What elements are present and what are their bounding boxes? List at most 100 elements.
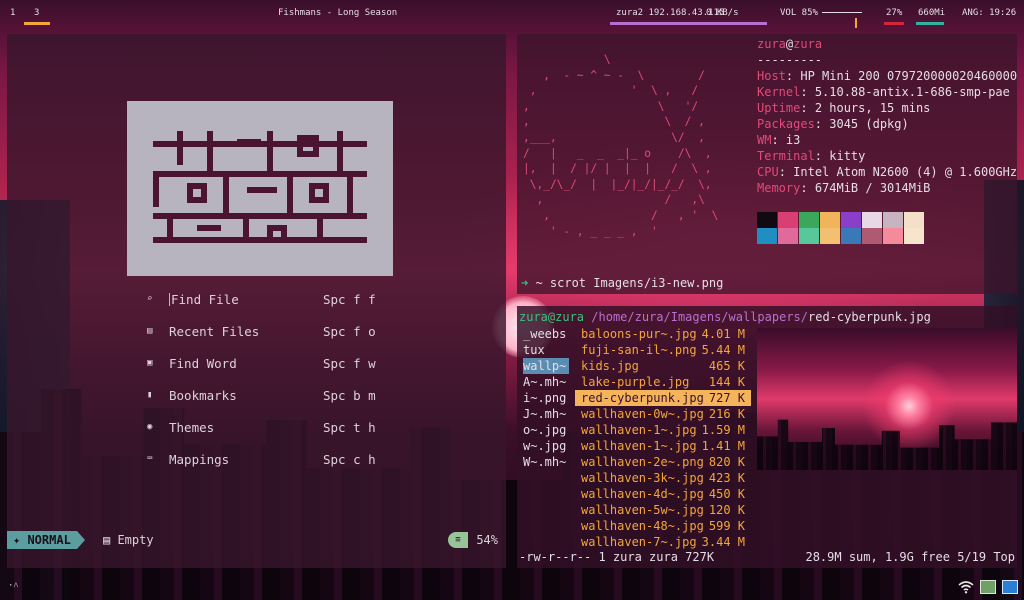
workspace-1[interactable]: 1 bbox=[10, 8, 15, 18]
neovim-window[interactable]: ⌕ Find File Spc f f ▤ Recent Files Spc f… bbox=[7, 34, 506, 568]
info-packages: Packages: 3045 (dpkg) bbox=[757, 117, 909, 131]
file-icon: ▤ bbox=[147, 326, 153, 336]
file-entry[interactable]: wallhaven-1~.jpg 1.41 M bbox=[575, 438, 751, 454]
volume-knob[interactable] bbox=[855, 18, 857, 28]
menu-label: Mappings bbox=[169, 452, 230, 467]
file-entry[interactable]: wallhaven-4d~.jpg 450 K bbox=[575, 486, 751, 502]
parent-entry[interactable]: A~.mh~ bbox=[523, 374, 569, 390]
nvim-statusline: ✦ NORMAL ▤ Empty ≡ 54% bbox=[7, 531, 506, 549]
file-size: 216 K bbox=[708, 407, 745, 421]
kufic-calligraphy-logo bbox=[147, 131, 373, 243]
network-manager-tray-icon[interactable] bbox=[1002, 580, 1018, 594]
wifi-icon[interactable] bbox=[958, 580, 974, 594]
ranger-file-manager[interactable]: zura@zura /home/zura/Imagens/wallpapers/… bbox=[517, 306, 1017, 568]
file-size: 450 K bbox=[708, 487, 745, 501]
ranger-current-file: red-cyberpunk.jpg bbox=[808, 310, 931, 324]
parent-entry[interactable]: tux bbox=[523, 342, 569, 358]
file-entry[interactable]: lake-purple.jpg 144 K bbox=[575, 374, 751, 390]
parent-entry[interactable]: wallp~ bbox=[523, 358, 569, 374]
file-size: 3.44 M bbox=[701, 535, 745, 549]
file-list-column[interactable]: baloons-pur~.jpg 4.01 M fuji-san-il~.png 5.… bbox=[575, 326, 751, 550]
parent-entry[interactable]: o~.jpg bbox=[523, 422, 569, 438]
info-wm: WM: i3 bbox=[757, 133, 801, 147]
prompt-arrow-icon: ➜ bbox=[521, 276, 536, 290]
color-swatch bbox=[820, 228, 840, 244]
file-entry[interactable]: wallhaven-7~.jpg 3.44 M bbox=[575, 534, 751, 550]
file-size: 4.01 M bbox=[701, 327, 745, 341]
file-entry[interactable]: wallhaven-2e~.png 820 K bbox=[575, 454, 751, 470]
scroll-icon: ≡ bbox=[448, 532, 468, 548]
parent-entry[interactable]: i~.png bbox=[523, 390, 569, 406]
color-swatch bbox=[883, 228, 903, 244]
file-name: wallhaven-1~.jpg bbox=[581, 423, 697, 437]
file-entry[interactable]: wallhaven-5w~.jpg 120 K bbox=[575, 502, 751, 518]
mode-indicator: ✦ NORMAL bbox=[7, 531, 77, 549]
color-swatch bbox=[778, 212, 798, 228]
menu-label: Bookmarks bbox=[169, 388, 237, 403]
file-size: 599 K bbox=[708, 519, 745, 533]
vim-icon: ✦ bbox=[13, 533, 28, 547]
ranger-user: zura@zura bbox=[519, 310, 585, 324]
file-entry[interactable]: wallhaven-48~.jpg 599 K bbox=[575, 518, 751, 534]
file-name: lake-purple.jpg bbox=[581, 375, 690, 389]
parent-entry[interactable]: w~.jpg bbox=[523, 438, 569, 454]
menu-shortcut: Spc f o bbox=[323, 324, 376, 339]
file-name: wallhaven-7~.jpg bbox=[581, 535, 697, 549]
palette-icon: ◉ bbox=[147, 422, 153, 432]
color-swatch bbox=[778, 228, 798, 244]
file-size: 5.44 M bbox=[701, 343, 745, 357]
info-kernel: Kernel: 5.10.88-antix.1-686-smp-pae bbox=[757, 85, 1010, 99]
bookmark-icon: ▮ bbox=[147, 390, 153, 400]
image-viewer-tray-icon[interactable] bbox=[980, 580, 996, 594]
file-entry[interactable]: fuji-san-il~.png 5.44 M bbox=[575, 342, 751, 358]
file-entry[interactable]: red-cyberpunk.jpg 727 K bbox=[575, 390, 751, 406]
search-icon: ⌕ bbox=[147, 294, 153, 304]
volume-label: VOL 85% bbox=[780, 8, 818, 18]
color-swatch bbox=[799, 228, 819, 244]
text-cursor bbox=[169, 293, 170, 306]
host-name: zura bbox=[793, 37, 823, 51]
file-entry[interactable]: wallhaven-1~.jpg 1.59 M bbox=[575, 422, 751, 438]
file-name: fuji-san-il~.png bbox=[581, 343, 697, 357]
file-name: wallhaven-0w~.jpg bbox=[581, 407, 704, 421]
file-name: baloons-pur~.jpg bbox=[581, 327, 697, 341]
file-name: red-cyberpunk.jpg bbox=[581, 391, 704, 405]
shell-prompt[interactable]: ➜ ~ scrot Imagens/i3-new.png bbox=[521, 276, 723, 290]
ranger-path-header: zura@zura /home/zura/Imagens/wallpapers/… bbox=[519, 310, 931, 324]
neofetch-terminal[interactable]: \ , - ~ ^ ~ - \ / , ' \ , / , \ '/ , \ /… bbox=[517, 34, 1017, 294]
launcher-icon[interactable]: ·˄ bbox=[8, 580, 19, 591]
file-entry[interactable]: wallhaven-3k~.jpg 423 K bbox=[575, 470, 751, 486]
distro-ascii-logo: \ , - ~ ^ ~ - \ / , ' \ , / , \ '/ , \ /… bbox=[523, 53, 719, 238]
file-size: 144 K bbox=[708, 375, 745, 389]
image-preview bbox=[757, 328, 1017, 470]
menu-label: Find Word bbox=[169, 356, 237, 371]
file-name: wallhaven-3k~.jpg bbox=[581, 471, 704, 485]
volume-slider[interactable] bbox=[822, 12, 862, 28]
parent-entry[interactable]: J~.mh~ bbox=[523, 406, 569, 422]
clock: ANG: 19:26 bbox=[962, 8, 1017, 18]
file-size: 465 K bbox=[708, 359, 745, 373]
now-playing: Fishmans - Long Season bbox=[278, 8, 398, 18]
file-name: wallhaven-5w~.jpg bbox=[581, 503, 704, 517]
color-swatch bbox=[757, 212, 777, 228]
info-terminal: Terminal: kitty bbox=[757, 149, 866, 163]
menu-label: Recent Files bbox=[169, 324, 260, 339]
color-swatch bbox=[862, 228, 882, 244]
file-entry[interactable]: baloons-pur~.jpg 4.01 M bbox=[575, 326, 751, 342]
file-name: kids.jpg bbox=[581, 359, 639, 373]
file-name: wallhaven-1~.jpg bbox=[581, 439, 697, 453]
dashboard-logo bbox=[127, 101, 393, 276]
file-size: 727 K bbox=[708, 391, 745, 405]
parent-entry[interactable]: _weebs bbox=[523, 326, 569, 342]
network-underline bbox=[610, 22, 767, 25]
menu-shortcut: Spc f w bbox=[323, 356, 376, 371]
file-size: 120 K bbox=[708, 503, 745, 517]
info-uptime: Uptime: 2 hours, 15 mins bbox=[757, 101, 931, 115]
info-cpu: CPU: Intel Atom N2600 (4) @ 1.600GHz bbox=[757, 165, 1018, 179]
parent-directory-column[interactable]: _weebs tux wallp~ A~.mh~ i~.png J~.mh~ o~.jpg w… bbox=[523, 326, 569, 470]
file-size: 1.41 M bbox=[701, 439, 745, 453]
file-entry[interactable]: kids.jpg 465 K bbox=[575, 358, 751, 374]
parent-entry[interactable]: W~.mh~ bbox=[523, 454, 569, 470]
workspace-3[interactable]: 3 bbox=[34, 8, 39, 18]
file-entry[interactable]: wallhaven-0w~.jpg 216 K bbox=[575, 406, 751, 422]
